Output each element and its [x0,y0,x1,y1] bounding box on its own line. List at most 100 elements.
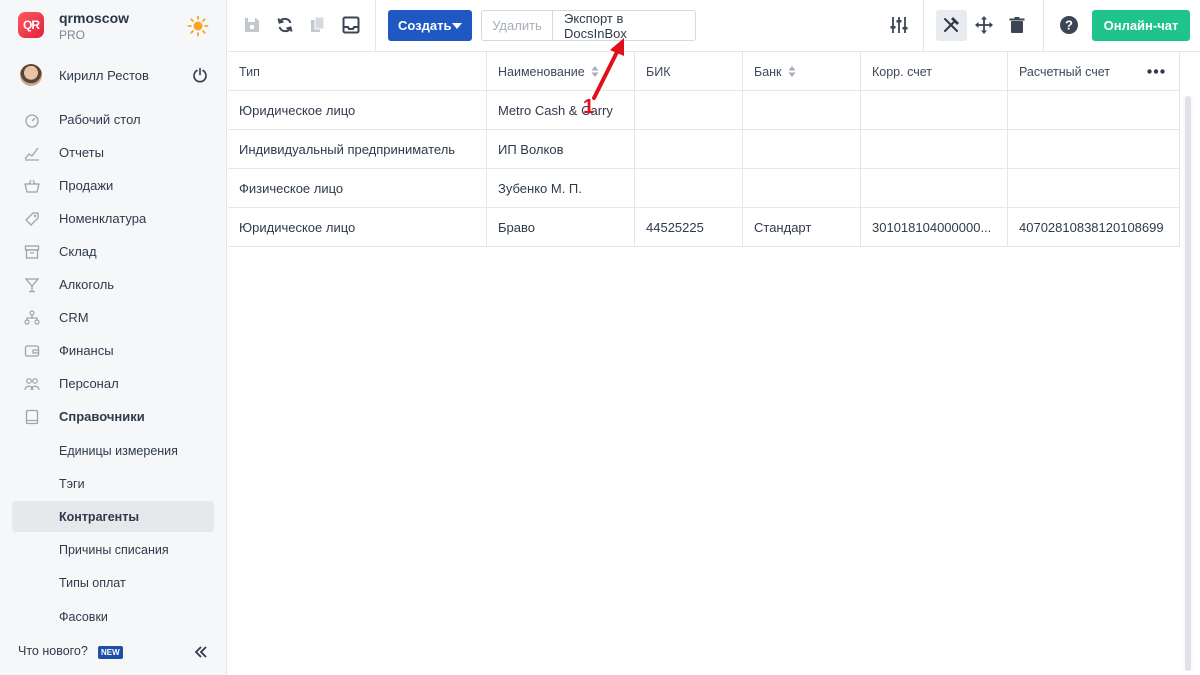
help-icon[interactable]: ? [1058,14,1080,36]
delete-button[interactable]: Удалить [482,11,552,40]
cell-type: Юридическое лицо [228,208,487,247]
cell-bik [635,91,743,130]
whats-new-link[interactable]: Что нового? [18,644,88,658]
sidebar-item-label: Справочники [59,409,145,424]
sidebar-item-references[interactable]: Справочники [12,401,214,432]
column-settings-icon[interactable] [888,14,910,36]
sidebar-item-label: Рабочий стол [59,112,141,127]
cell-name: Зубенко М. П. [487,169,635,208]
column-header-corr-account[interactable]: Корр. счет [861,52,1008,91]
sidebar-item-crm[interactable]: CRM [12,302,214,333]
sidebar-item-warehouse[interactable]: Склад [12,236,214,267]
table-row[interactable]: Физическое лицо Зубенко М. П. [228,169,1180,208]
toolbar-divider [923,0,924,52]
cell-settlement-account [1008,130,1180,169]
table-row[interactable]: Юридическое лицо Браво 44525225 Стандарт… [228,208,1180,247]
cell-bik [635,130,743,169]
vertical-scrollbar[interactable] [1183,96,1193,671]
cell-type: Индивидуальный предприниматель [228,130,487,169]
toolbar-divider [375,0,376,52]
brand-header[interactable]: QR qrmoscow PRO [0,0,227,52]
sidebar-item-sales[interactable]: Продажи [12,170,214,201]
move-icon[interactable] [973,14,995,36]
sidebar-subitem-packaging[interactable]: Фасовки [12,601,214,632]
box-icon [24,245,40,259]
cell-name: ИП Волков [487,130,635,169]
cell-corr-account [861,91,1008,130]
inbox-icon[interactable] [340,14,362,36]
copy-icon[interactable] [307,14,329,36]
create-button[interactable]: Создать [388,10,472,41]
table-row[interactable]: Юридическое лицо Metro Cash & Carry [228,91,1180,130]
column-header-type[interactable]: Тип [228,52,487,91]
cell-bank [743,169,861,208]
sidebar-item-staff[interactable]: Персонал [12,368,214,399]
table-row[interactable]: Индивидуальный предприниматель ИП Волков [228,130,1180,169]
sidebar: QR qrmoscow PRO Кирилл Рестов Рабочий ст… [0,0,227,675]
cell-bik [635,169,743,208]
scrollbar-thumb[interactable] [1185,96,1191,671]
sidebar-item-finance[interactable]: Финансы [12,335,214,366]
sidebar-subitem-label: Тэги [59,476,85,491]
cell-name: Браво [487,208,635,247]
sidebar-subitem-tags[interactable]: Тэги [12,468,214,499]
cell-type: Юридическое лицо [228,91,487,130]
column-header-bank[interactable]: Банк [743,52,861,91]
trash-icon[interactable] [1006,14,1028,36]
sidebar-item-label: Продажи [59,178,114,193]
column-header-label: Банк [754,64,782,79]
more-options-icon[interactable] [1147,69,1165,74]
sidebar-subitem-label: Контрагенты [59,509,140,524]
sidebar-item-label: Отчеты [59,145,104,160]
sidebar-subitem-label: Типы оплат [59,575,126,590]
save-icon[interactable] [241,14,263,36]
cell-corr-account [861,130,1008,169]
sidebar-subitem-label: Единицы измерения [59,443,178,458]
column-header-label: Корр. счет [872,64,932,79]
sidebar-item-nomenclature[interactable]: Номенклатура [12,203,214,234]
sidebar-item-alcohol[interactable]: Алкоголь [12,269,214,300]
collapse-sidebar-icon[interactable] [194,645,208,659]
column-header-label: Наименование [498,64,585,79]
tools-icon[interactable] [940,14,962,36]
online-chat-button[interactable]: Онлайн-чат [1092,10,1190,41]
sidebar-subitem-payment-types[interactable]: Типы оплат [12,567,214,598]
new-badge: NEW [98,646,123,659]
avatar [20,64,42,86]
chart-icon [24,147,39,161]
toolbar: Создать Удалить Экспорт в DocsInBox ? Он… [228,0,1200,52]
cell-bank: Стандарт [743,208,861,247]
cell-type: Физическое лицо [228,169,487,208]
sidebar-subitem-counterparties[interactable]: Контрагенты [12,501,214,532]
sidebar-item-label: Номенклатура [59,211,147,226]
book-icon [25,409,39,425]
user-profile[interactable]: Кирилл Рестов [0,56,227,98]
sidebar-item-dashboard[interactable]: Рабочий стол [12,104,214,135]
glass-icon [24,278,40,293]
sidebar-item-label: Алкоголь [59,277,115,292]
theme-toggle-icon[interactable] [187,15,209,37]
tag-icon [25,212,39,226]
people-icon [24,378,40,391]
cell-bik: 44525225 [635,208,743,247]
column-header-label: Тип [239,64,260,79]
power-icon[interactable] [192,67,208,83]
sidebar-subitem-label: Фасовки [59,609,108,624]
cell-bank [743,91,861,130]
annotation-label: 1 [583,96,595,118]
workspace-name: qrmoscow [59,10,130,26]
crm-icon [24,310,40,325]
refresh-icon[interactable] [274,14,296,36]
cell-bank [743,130,861,169]
column-header-settlement-account[interactable]: Расчетный счет [1008,52,1180,91]
toolbar-divider [1043,0,1044,52]
cell-settlement-account [1008,91,1180,130]
sidebar-item-reports[interactable]: Отчеты [12,137,214,168]
sidebar-subitem-writeoff-reasons[interactable]: Причины списания [12,534,214,565]
sort-icon[interactable] [788,66,796,77]
sidebar-subitem-units[interactable]: Единицы измерения [12,435,214,466]
column-header-bik[interactable]: БИК [635,52,743,91]
sidebar-item-label: Персонал [59,376,119,391]
counterparties-table: Тип Наименование БИК Банк Корр. счет Рас… [228,52,1180,247]
basket-icon [24,179,40,193]
